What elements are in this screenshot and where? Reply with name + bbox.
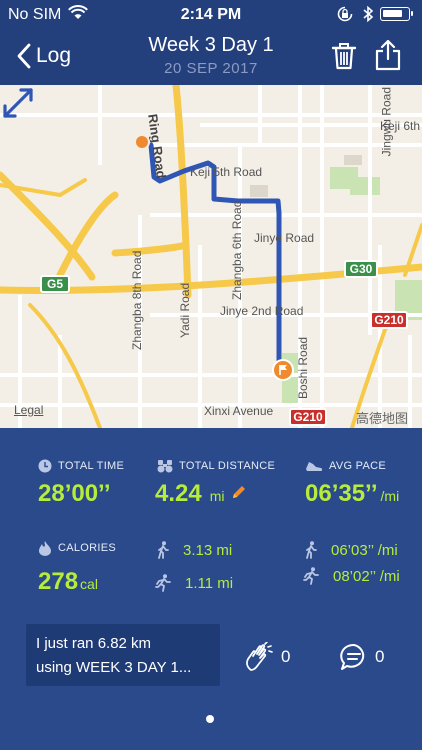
highway-shield-g210: G210 [289,408,327,426]
walking-icon [158,541,169,559]
total-time-value: 28’00’’ [38,480,111,507]
calories-label: CALORIES [38,540,116,556]
total-distance-number: 4.24 [155,480,202,507]
page-indicator-dot [206,715,214,723]
map-legal-link[interactable]: Legal [14,403,43,417]
run-pace-value: 08’02’’ /mi [333,567,400,585]
avg-pace-label-text: AVG PACE [329,460,387,472]
bluetooth-icon [363,5,374,23]
running-icon [155,574,171,592]
comment-count: 0 [375,647,385,666]
walk-distance: 3.13 mi [157,541,232,559]
highway-shield-g5: G5 [40,275,70,293]
rotation-lock-icon [337,6,353,22]
high-five-count: 0 [281,647,291,666]
comment-bubble-icon [340,643,365,670]
total-distance-label-text: TOTAL DISTANCE [179,460,276,472]
trash-icon[interactable] [330,41,358,71]
calories-unit: cal [80,576,98,592]
total-distance-unit: mi [209,488,225,504]
total-distance-value: 4.24 mi [155,480,248,508]
road-label-keji-5th-road: Keji 5th Road [190,165,263,179]
map-canvas [0,85,422,428]
expand-map-icon[interactable] [0,85,36,121]
calories-value: 278 cal [38,568,98,596]
road-label-xinxi-avenue: Xinxi Avenue [204,404,274,418]
total-time-label: TOTAL TIME [38,459,124,473]
route-start-marker [134,134,150,150]
road-label-jinye-2nd-road: Jinye 2nd Road [220,304,304,318]
road-label-zhangba-6th-road: Zhangba 6th Road [230,200,244,300]
comment-button[interactable]: 0 [339,642,384,672]
share-message-line-1: I just ran 6.82 km [36,635,152,652]
high-five-button[interactable]: 0 [243,642,290,672]
run-distance-value: 1.11 mi [185,574,234,592]
walk-distance-value: 3.13 mi [183,541,233,559]
route-end-marker [272,359,294,381]
route-map[interactable]: Ring Road Jingwu Road Keji 6th Keji 5th … [0,85,422,428]
workout-stats: TOTAL TIME 28’00’’ TOTAL DISTANCE 4.24 m… [0,428,422,750]
walk-pace: 06’03’’ /mi [305,541,398,559]
map-provider-logo: 高德地图 [356,411,409,426]
road-label-zhangba-8th-road: Zhangba 8th Road [130,250,144,350]
running-shoe-icon [306,462,323,471]
edit-pencil-icon[interactable] [230,483,248,501]
flag-icon [279,365,287,375]
page-title: Week 3 Day 1 [148,34,274,56]
road-label-boshi-road: Boshi Road [296,336,310,399]
calories-label-text: CALORIES [58,542,117,554]
clock: 2:14 PM [180,6,242,23]
avg-pace-unit: /mi [380,488,400,504]
total-time-label-text: TOTAL TIME [58,460,125,472]
total-distance-label: TOTAL DISTANCE [157,459,275,473]
highway-shield-g30: G30 [344,260,378,278]
road-label-jinye-road: Jinye Road [254,231,315,245]
avg-pace-number: 06’35’’ [305,480,378,507]
avg-pace-value: 06’35’’ /mi [305,480,399,508]
road-label-yadi-road: Yadi Road [178,282,192,338]
calories-number: 278 [38,568,79,595]
status-bar: No SIM 2:14 PM [0,0,422,30]
running-icon [303,567,319,585]
walk-pace-value: 06’03’’ /mi [331,541,398,559]
high-five-hand-icon [246,642,273,671]
share-message-box[interactable]: I just ran 6.82 km using WEEK 3 DAY 1... [26,624,220,686]
flame-icon [39,541,51,556]
share-icon[interactable] [374,39,402,71]
battery-icon [380,7,413,21]
nav-bar: Log Week 3 Day 1 20 SEP 2017 [0,30,422,85]
share-message-line-2: using WEEK 3 DAY 1... [36,659,192,676]
run-distance: 1.11 mi [155,574,233,592]
avg-pace-label: AVG PACE [305,459,386,473]
page-date: 20 SEP 2017 [164,60,258,77]
binoculars-icon [157,460,173,473]
road-label-keji-6th: Keji 6th [380,119,421,133]
clock-icon [38,459,52,473]
walking-icon [306,541,317,559]
highway-shield-g210: G210 [370,311,408,329]
run-pace: 08’02’’ /mi [303,567,400,585]
